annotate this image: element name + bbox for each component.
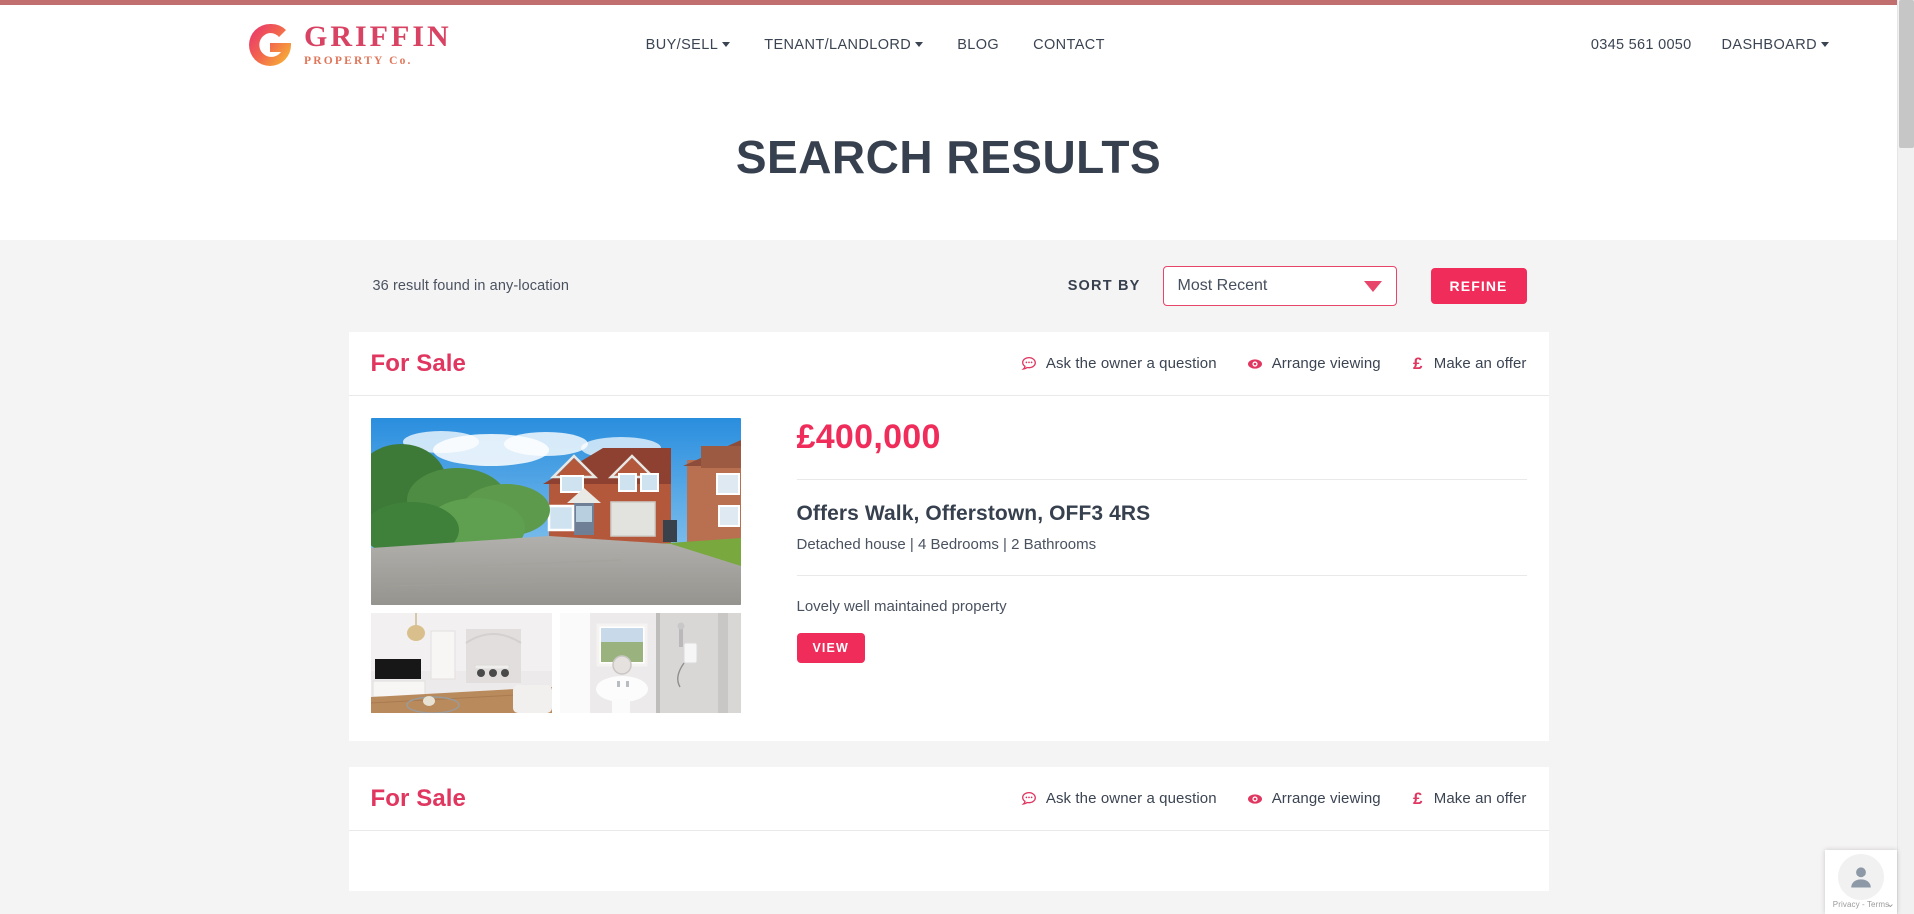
nav-item-blog[interactable]: BLOG [957, 37, 999, 53]
nav-item-dashboard[interactable]: DASHBOARD [1722, 37, 1829, 53]
listing-actions: Ask the owner a question Arrange viewing [1021, 354, 1527, 374]
listing-price: £400,000 [796, 418, 1527, 480]
ask-owner-label: Ask the owner a question [1045, 790, 1217, 807]
listing-actions: Ask the owner a question Arrange viewing [1021, 789, 1527, 809]
recaptcha-badge[interactable]: Privacy - Terms ⌄ [1825, 850, 1897, 914]
make-offer-label: Make an offer [1433, 790, 1527, 807]
refine-button[interactable]: REFINE [1430, 268, 1527, 304]
speech-bubble-icon [1021, 356, 1036, 370]
listing-card-header: For Sale Ask the owner a question Arrang… [348, 767, 1549, 831]
page-title: SEARCH RESULTS [735, 131, 1162, 183]
page-content: GRIFFIN PROPERTY Co. BUY/SELL TENANT/LAN… [0, 0, 1897, 914]
nav-item-tenant-landlord[interactable]: TENANT/LANDLORD [764, 37, 924, 53]
nav-item-buy-sell[interactable]: BUY/SELL [646, 37, 731, 53]
browser-viewport: GRIFFIN PROPERTY Co. BUY/SELL TENANT/LAN… [0, 0, 1914, 914]
listing-card-header: For Sale Ask the owner a question Arrang… [348, 332, 1549, 396]
listing-details: £400,000 Offers Walk, Offerstown, OFF3 4… [741, 418, 1527, 713]
brand-logo[interactable]: GRIFFIN PROPERTY Co. [246, 21, 452, 69]
listing-card-body: £400,000 Offers Walk, Offerstown, OFF3 4… [349, 396, 1549, 741]
chevron-down-icon[interactable]: ⌄ [1886, 897, 1895, 910]
header-right-group: 0345 561 0050 DASHBOARD [1591, 37, 1829, 53]
speech-bubble-icon [1021, 791, 1036, 805]
listing-main-photo[interactable] [370, 418, 741, 605]
hero-section: SEARCH RESULTS [0, 85, 1897, 240]
site-header: GRIFFIN PROPERTY Co. BUY/SELL TENANT/LAN… [0, 5, 1897, 85]
listing-card: For Sale Ask the owner a question Arrang… [348, 767, 1549, 891]
listing-description: Lovely well maintained property [796, 598, 1007, 615]
brand-tagline: PROPERTY Co. [304, 55, 413, 68]
listing-card-body [349, 831, 1549, 891]
nav-label: DASHBOARD [1721, 37, 1817, 53]
chevron-down-icon [722, 42, 731, 47]
listing-thumbnails [370, 613, 741, 713]
arrange-viewing-action[interactable]: Arrange viewing [1247, 355, 1381, 372]
chevron-down-icon [1821, 42, 1829, 47]
status-badge: For Sale [370, 349, 466, 377]
eye-icon [1247, 793, 1262, 804]
listing-specs: Detached house | 4 Bedrooms | 2 Bathroom… [796, 536, 1527, 576]
chevron-down-icon [1363, 280, 1382, 292]
nav-item-contact[interactable]: CONTACT [1033, 37, 1105, 53]
page-scrollbar-thumb[interactable] [1899, 0, 1914, 148]
primary-nav: BUY/SELL TENANT/LANDLORD BLOG CONTACT [646, 37, 1105, 53]
make-offer-action[interactable]: £ Make an offer [1411, 354, 1527, 374]
sort-by-label: SORT BY [1067, 278, 1141, 294]
nav-label: BUY/SELL [645, 37, 719, 53]
sort-select-value: Most Recent [1177, 277, 1268, 294]
phone-number-link[interactable]: 0345 561 0050 [1591, 37, 1692, 53]
make-offer-label: Make an offer [1433, 355, 1527, 372]
make-offer-action[interactable]: £ Make an offer [1411, 789, 1527, 809]
ask-owner-action[interactable]: Ask the owner a question [1021, 790, 1217, 807]
results-toolbar: 36 result found in any-location SORT BY … [349, 240, 1549, 332]
arrange-viewing-label: Arrange viewing [1271, 355, 1381, 372]
arrange-viewing-action[interactable]: Arrange viewing [1247, 790, 1381, 807]
listing-thumbnail-bathroom[interactable] [559, 613, 741, 713]
pound-sterling-icon: £ [1413, 788, 1423, 808]
ask-owner-label: Ask the owner a question [1045, 355, 1217, 372]
ask-owner-action[interactable]: Ask the owner a question [1021, 355, 1217, 372]
eye-icon [1247, 358, 1262, 369]
results-section: 36 result found in any-location SORT BY … [0, 240, 1897, 914]
listing-thumbnail-living-room[interactable] [370, 613, 552, 713]
chevron-down-icon [915, 42, 924, 47]
sort-select[interactable]: Most Recent [1162, 266, 1397, 306]
result-count-text: 36 result found in any-location [372, 278, 570, 294]
listing-gallery [370, 418, 741, 713]
brand-name: GRIFFIN [304, 20, 452, 54]
view-listing-button[interactable]: VIEW [796, 633, 865, 663]
page-scrollbar-track[interactable] [1897, 0, 1914, 914]
listing-address: Offers Walk, Offerstown, OFF3 4RS [796, 502, 1151, 525]
nav-label: TENANT/LANDLORD [764, 37, 912, 53]
pound-sterling-icon: £ [1413, 353, 1423, 373]
sort-controls: SORT BY Most Recent REFINE [1068, 266, 1527, 306]
listing-card: For Sale Ask the owner a question Arrang… [348, 332, 1549, 741]
arrange-viewing-label: Arrange viewing [1271, 790, 1381, 807]
status-badge: For Sale [370, 784, 466, 812]
griffin-g-logo-icon [249, 23, 291, 67]
brand-wordmark: GRIFFIN PROPERTY Co. [304, 22, 452, 68]
person-avatar-icon [1838, 854, 1884, 900]
